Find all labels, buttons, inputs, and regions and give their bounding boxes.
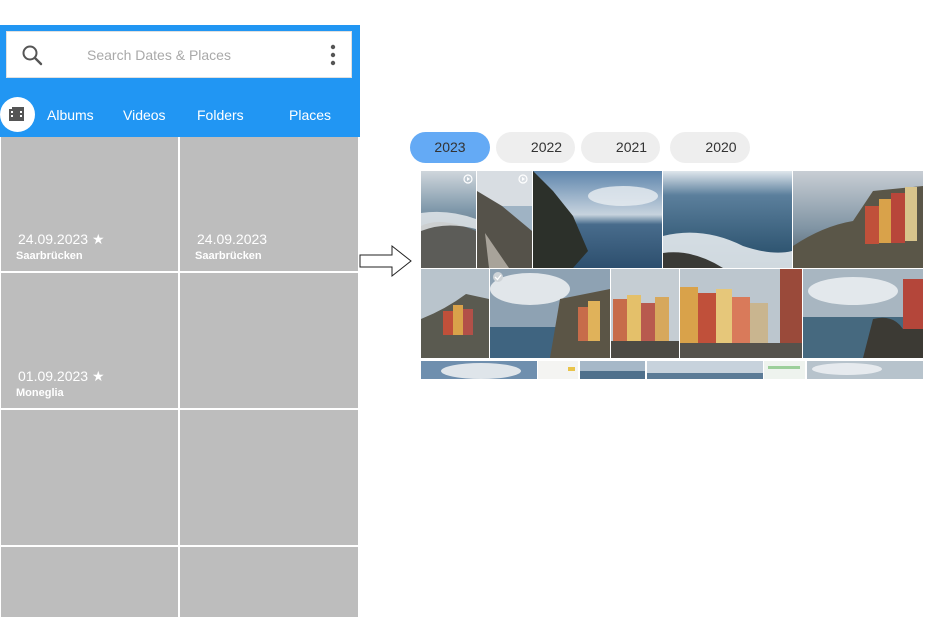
photo-thumbnail[interactable] bbox=[647, 361, 763, 379]
photo-thumbnail[interactable] bbox=[533, 171, 662, 268]
search-bar[interactable]: Search Dates & Places bbox=[6, 31, 352, 78]
tile-date: 24.09.2023 ★ bbox=[18, 231, 105, 247]
year-tab-2022[interactable]: 2022 bbox=[496, 132, 575, 163]
check-icon bbox=[493, 272, 503, 282]
photo-thumbnail[interactable] bbox=[477, 171, 532, 268]
photo-thumbnail[interactable] bbox=[807, 361, 923, 379]
photo-thumbnail[interactable] bbox=[680, 269, 802, 358]
grid-tile[interactable] bbox=[180, 273, 358, 408]
tab-places[interactable]: Places bbox=[289, 107, 331, 123]
tab-folders[interactable]: Folders bbox=[197, 107, 244, 123]
photo-thumbnail[interactable] bbox=[421, 171, 476, 268]
year-tab-2021[interactable]: 2021 bbox=[581, 132, 660, 163]
photo-thumbnail[interactable] bbox=[421, 361, 537, 379]
album-view-button[interactable] bbox=[0, 97, 35, 132]
photo-thumbnail[interactable] bbox=[580, 361, 645, 379]
tab-videos[interactable]: Videos bbox=[123, 107, 166, 123]
grid-tile[interactable]: 01.09.2023 ★ Moneglia bbox=[1, 273, 178, 408]
tile-date: 24.09.2023 bbox=[197, 231, 268, 247]
year-tab-2023[interactable]: 2023 bbox=[410, 132, 490, 163]
grid-tile[interactable] bbox=[180, 547, 358, 617]
photo-thumbnail[interactable] bbox=[490, 269, 610, 358]
grid-tile[interactable]: 24.09.2023 Saarbrücken bbox=[180, 137, 358, 271]
grid-tile[interactable] bbox=[1, 547, 178, 617]
transition-arrow-icon bbox=[359, 244, 412, 278]
more-vertical-icon[interactable] bbox=[329, 44, 337, 66]
tile-place: Saarbrücken bbox=[195, 250, 262, 262]
search-input[interactable]: Search Dates & Places bbox=[87, 47, 231, 63]
photo-thumbnail[interactable] bbox=[538, 361, 578, 379]
tab-albums[interactable]: Albums bbox=[47, 107, 94, 123]
grid-tile[interactable] bbox=[180, 410, 358, 545]
grid-tile[interactable] bbox=[1, 410, 178, 545]
year-tab-2020[interactable]: 2020 bbox=[670, 132, 750, 163]
top-bar: Search Dates & Places Albums Videos Fold… bbox=[0, 25, 360, 137]
tile-place: Moneglia bbox=[16, 387, 64, 399]
photo-grid: 24.09.2023 ★ Saarbrücken 24.09.2023 Saar… bbox=[0, 137, 359, 617]
search-icon[interactable] bbox=[21, 44, 43, 66]
photo-thumbnail[interactable] bbox=[663, 171, 792, 268]
grid-tile[interactable]: 24.09.2023 ★ Saarbrücken bbox=[1, 137, 178, 271]
film-folder-icon bbox=[9, 107, 24, 121]
photo-thumbnail[interactable] bbox=[421, 269, 489, 358]
photo-thumbnail[interactable] bbox=[611, 269, 679, 358]
photo-thumbnail[interactable] bbox=[793, 171, 923, 268]
photo-thumbnail[interactable] bbox=[803, 269, 923, 358]
photo-thumbnail[interactable] bbox=[764, 361, 805, 379]
tile-date: 01.09.2023 ★ bbox=[18, 368, 105, 384]
app-screen: Search Dates & Places Albums Videos Fold… bbox=[0, 25, 360, 617]
tile-place: Saarbrücken bbox=[16, 250, 83, 262]
